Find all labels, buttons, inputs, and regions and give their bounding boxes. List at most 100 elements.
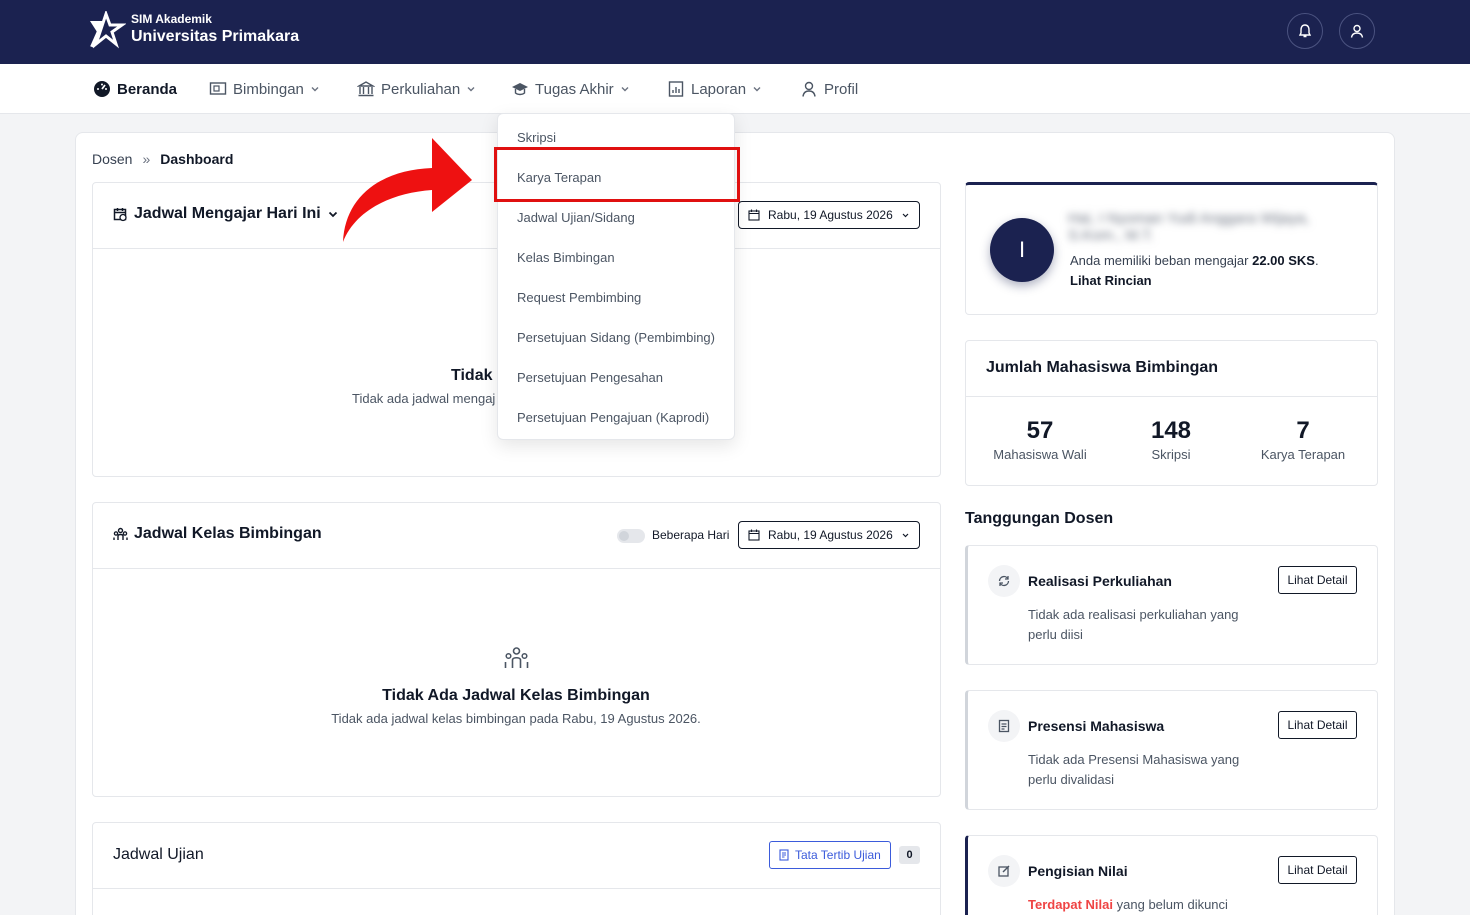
chevron-down-icon <box>311 87 319 92</box>
jadwal-bimbingan-empty-subtitle: Tidak ada jadwal kelas bimbingan pada Ra… <box>331 711 701 726</box>
document-icon <box>998 719 1010 733</box>
load-text: Anda memiliki beban mengajar <box>1070 253 1249 268</box>
stat-value: 7 <box>1296 417 1310 444</box>
task-title: Pengisian Nilai <box>1028 863 1128 879</box>
bimbingan-stats-title: Jumlah Mahasiswa Bimbingan <box>986 359 1219 376</box>
nav-label: Laporan <box>691 80 747 98</box>
highlight-box <box>494 147 740 202</box>
notification-button[interactable] <box>1287 13 1323 49</box>
chevron-down-icon <box>328 211 337 218</box>
group-icon <box>113 527 128 540</box>
lihat-rincian-link[interactable]: Lihat Rincian <box>1070 273 1152 288</box>
dropdown-item-skripsi[interactable]: Skripsi <box>517 130 556 145</box>
dropdown-item-persetujuan-pengesahan[interactable]: Persetujuan Pengesahan <box>517 370 663 385</box>
nav-item-beranda[interactable]: Beranda <box>93 79 177 99</box>
card-divider <box>93 888 940 889</box>
nav-item-profil[interactable]: Profil <box>800 79 858 99</box>
task-icon-wrap <box>988 855 1020 887</box>
breadcrumb-current: Dashboard <box>160 151 234 167</box>
jadwal-mengajar-date-picker[interactable]: Rabu, 19 Agustus 2026 <box>738 201 920 229</box>
task-description: Terdapat Nilai yang belum dikunci <box>1028 895 1328 915</box>
stat-value: 148 <box>1150 417 1192 444</box>
top-bar: SIM Akademik Universitas Primakara <box>0 0 1470 64</box>
lihat-detail-button[interactable]: Lihat Detail <box>1278 566 1357 594</box>
card-divider <box>966 396 1377 397</box>
task-description: Tidak ada realisasi perkuliahan yang per… <box>1028 607 1239 642</box>
breadcrumb-parent[interactable]: Dosen <box>92 151 132 167</box>
task-title: Realisasi Perkuliahan <box>1028 573 1172 589</box>
stat-value: 57 <box>1026 417 1054 444</box>
nav-item-perkuliahan[interactable]: Perkuliahan <box>357 79 476 99</box>
task-icon-wrap <box>988 710 1020 742</box>
profile-name-blurred: Hai, I Nyoman Yudi Anggara Wijaya, S.Kom… <box>1068 210 1348 244</box>
task-icon-wrap <box>988 565 1020 597</box>
card-divider <box>93 568 940 569</box>
nav-label: Perkuliahan <box>381 80 461 98</box>
lihat-detail-button[interactable]: Lihat Detail <box>1278 711 1357 739</box>
presentation-icon <box>209 82 227 95</box>
chevron-down-icon <box>621 87 629 92</box>
tanggungan-title: Tanggungan Dosen <box>965 510 1114 527</box>
card-title-text: Jadwal Mengajar Hari Ini <box>134 205 321 222</box>
bell-icon <box>1298 24 1312 38</box>
nav-label: Profil <box>824 80 859 98</box>
dashboard-icon <box>94 81 110 97</box>
main-nav: Beranda Bimbingan Perkuliahan Tugas Akhi… <box>0 64 1470 114</box>
dropdown-item-persetujuan-sidang[interactable]: Persetujuan Sidang (Pembimbing) <box>517 330 715 345</box>
nav-item-tugas-akhir[interactable]: Tugas Akhir <box>511 79 630 99</box>
lihat-detail-button[interactable]: Lihat Detail <box>1278 856 1357 884</box>
user-icon <box>802 81 816 97</box>
user-icon <box>1350 24 1364 38</box>
dropdown-item-kelas-bimbingan[interactable]: Kelas Bimbingan <box>517 250 615 265</box>
group-icon <box>504 647 529 668</box>
jadwal-mengajar-empty-title: Tidak <box>451 367 493 384</box>
jadwal-mengajar-title[interactable]: Jadwal Mengajar Hari Ini <box>113 205 339 223</box>
brand-title: Universitas Primakara <box>131 28 300 45</box>
chevron-down-icon <box>753 87 761 92</box>
calendar-icon <box>748 209 760 221</box>
dropdown-item-jadwal-ujian[interactable]: Jadwal Ujian/Sidang <box>517 210 635 225</box>
nav-label: Beranda <box>117 80 178 98</box>
button-label: Tata Tertib Ujian <box>795 848 881 862</box>
refresh-icon <box>998 575 1010 587</box>
task-description: Tidak ada Presensi Mahasiswa yang perlu … <box>1028 752 1240 787</box>
date-value: Rabu, 19 Agustus 2026 <box>768 208 893 222</box>
load-end: . <box>1314 253 1319 268</box>
beberapa-hari-toggle[interactable] <box>617 529 645 543</box>
tata-tertib-button[interactable]: Tata Tertib Ujian <box>769 841 891 869</box>
date-value: Rabu, 19 Agustus 2026 <box>768 528 893 542</box>
teaching-load-text: Anda memiliki beban mengajar 22.00 SKS. <box>1070 253 1319 268</box>
chevron-down-icon <box>902 533 909 537</box>
dropdown-item-request-pembimbing[interactable]: Request Pembimbing <box>517 290 641 305</box>
calendar-icon <box>748 529 760 541</box>
toggle-label: Beberapa Hari <box>652 528 730 542</box>
brand-subtitle: SIM Akademik <box>131 12 212 26</box>
user-menu-button[interactable] <box>1339 13 1375 49</box>
breadcrumb: Dosen » Dashboard <box>92 151 233 167</box>
dropdown-item-persetujuan-pengajuan[interactable]: Persetujuan Pengajuan (Kaprodi) <box>517 410 709 425</box>
nav-label: Tugas Akhir <box>535 80 614 98</box>
task-desc-highlight: Terdapat Nilai <box>1028 897 1114 912</box>
task-title: Presensi Mahasiswa <box>1028 718 1165 734</box>
jadwal-mengajar-empty-subtitle: Tidak ada jadwal mengaj <box>352 391 496 406</box>
jadwal-ujian-title: Jadwal Ujian <box>113 846 204 863</box>
nav-item-bimbingan[interactable]: Bimbingan <box>209 79 320 99</box>
stat-label: Mahasiswa Wali <box>993 447 1087 462</box>
building-icon <box>357 81 375 97</box>
primakara-logo-icon[interactable] <box>86 11 126 51</box>
nav-label: Bimbingan <box>233 80 304 98</box>
chevron-down-icon <box>467 87 475 92</box>
load-value: 22.00 SKS <box>1252 253 1315 268</box>
graduation-cap-icon <box>512 83 528 96</box>
avatar: I <box>990 218 1054 282</box>
stat-label: Karya Terapan <box>1260 447 1346 462</box>
task-desc-text: yang belum dikunci <box>1116 897 1228 912</box>
profile-name-line: Hai, I Nyoman Yudi Anggara Wijaya, <box>1068 210 1310 227</box>
card-title-text: Jadwal Kelas Bimbingan <box>134 525 322 542</box>
nav-item-laporan[interactable]: Laporan <box>667 79 762 99</box>
jadwal-bimbingan-empty-title: Tidak Ada Jadwal Kelas Bimbingan <box>382 687 650 704</box>
calendar-clock-icon <box>113 207 127 221</box>
report-icon <box>668 81 684 97</box>
edit-icon <box>998 865 1010 877</box>
jadwal-bimbingan-date-picker[interactable]: Rabu, 19 Agustus 2026 <box>738 521 920 549</box>
